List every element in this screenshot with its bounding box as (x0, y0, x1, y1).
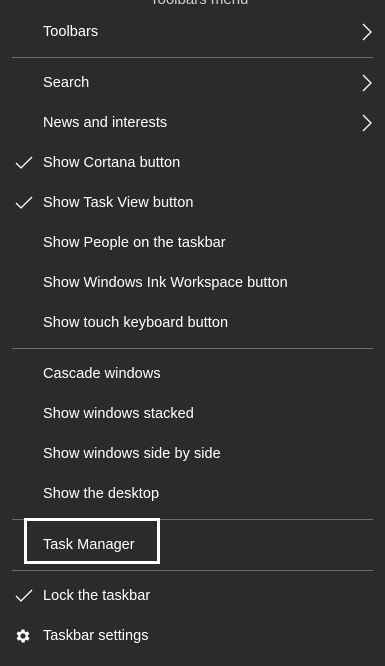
menu-item-news-and-interests[interactable]: News and interests (0, 103, 385, 143)
menu-item-toolbars[interactable]: Toolbars (0, 12, 385, 52)
chevron-right-icon (362, 74, 372, 92)
menu-item-label: News and interests (43, 115, 168, 131)
menu-item-show-desktop[interactable]: Show the desktop (0, 474, 385, 514)
menu-item-label: Search (43, 75, 90, 91)
menu-item-show-windows-ink[interactable]: Show Windows Ink Workspace button (0, 263, 385, 303)
menu-item-label: Lock the taskbar (43, 588, 151, 604)
chevron-right-icon (362, 114, 372, 132)
menu-item-label: Show People on the taskbar (43, 235, 226, 251)
menu-item-label: Show windows side by side (43, 446, 221, 462)
menu-item-show-cortana[interactable]: Show Cortana button (0, 143, 385, 183)
task-manager-highlight-box (24, 518, 160, 564)
menu-item-label: Cascade windows (43, 366, 161, 382)
checkmark-icon (15, 196, 33, 209)
menu-item-label: Show Windows Ink Workspace button (43, 275, 288, 291)
menu-item-label: Show Task View button (43, 195, 194, 211)
menu-item-show-touch-keyboard[interactable]: Show touch keyboard button (0, 303, 385, 343)
menu-item-lock-taskbar[interactable]: Lock the taskbar (0, 576, 385, 616)
menu-item-label: Show windows stacked (43, 406, 194, 422)
menu-item-show-windows-side-by-side[interactable]: Show windows side by side (0, 434, 385, 474)
menu-item-show-windows-stacked[interactable]: Show windows stacked (0, 394, 385, 434)
menu-separator (12, 348, 373, 349)
menu-item-show-people[interactable]: Show People on the taskbar (0, 223, 385, 263)
menu-separator (12, 57, 373, 58)
menu-item-show-task-view[interactable]: Show Task View button (0, 183, 385, 223)
menu-item-label: Taskbar settings (43, 628, 149, 644)
menu-item-taskbar-settings[interactable]: Taskbar settings (0, 616, 385, 656)
menu-item-label: Toolbars (43, 24, 99, 40)
gear-icon (16, 629, 30, 643)
menu-separator (12, 570, 373, 571)
taskbar-context-menu: Toolbars menu Toolbars Search News and i… (0, 0, 385, 666)
chevron-right-icon (362, 23, 372, 41)
menu-item-search[interactable]: Search (0, 63, 385, 103)
cropped-top-text: Toolbars menu (150, 0, 248, 8)
menu-item-cascade-windows[interactable]: Cascade windows (0, 354, 385, 394)
menu-item-label: Show Cortana button (43, 155, 181, 171)
checkmark-icon (15, 156, 33, 169)
checkmark-icon (15, 589, 33, 602)
menu-item-label: Show the desktop (43, 486, 160, 502)
menu-item-label: Show touch keyboard button (43, 315, 229, 331)
